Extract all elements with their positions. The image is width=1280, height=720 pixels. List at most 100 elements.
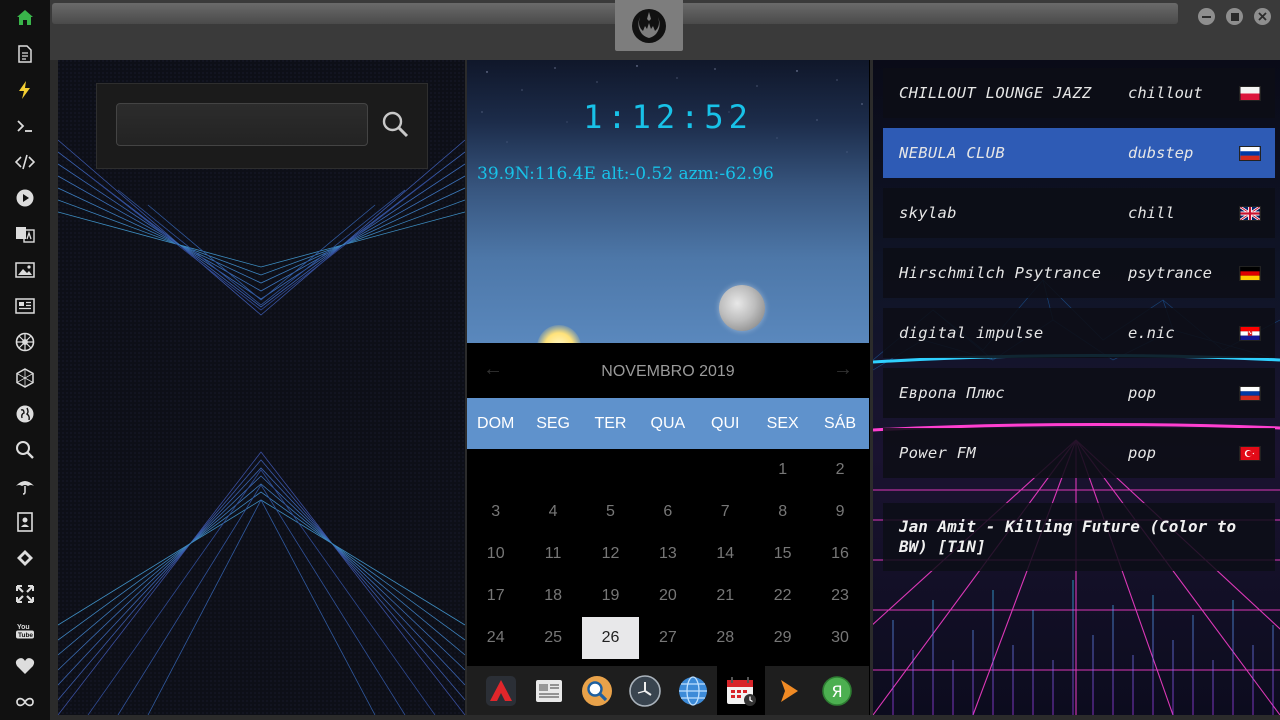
station-item[interactable]: Power FM pop — [883, 428, 1275, 478]
exchange-icon[interactable] — [13, 546, 37, 570]
play-icon[interactable] — [13, 186, 37, 210]
station-name: skylab — [899, 204, 957, 222]
calendar-day[interactable]: 28 — [697, 617, 754, 659]
calendar-day[interactable]: 14 — [697, 533, 754, 575]
calendar-day[interactable]: 30 — [811, 617, 868, 659]
heart-icon[interactable] — [13, 654, 37, 678]
image-icon[interactable] — [13, 258, 37, 282]
calendar-day[interactable]: 13 — [639, 533, 696, 575]
calendar-day[interactable]: 18 — [524, 575, 581, 617]
expand-icon[interactable] — [13, 582, 37, 606]
station-genre: chill — [1128, 204, 1175, 222]
prev-month-button[interactable]: ← — [483, 358, 503, 381]
sidebar: You Tube — [0, 0, 50, 720]
calendar-day[interactable]: 2 — [811, 449, 868, 491]
calendar-day[interactable]: 7 — [697, 491, 754, 533]
minimize-button[interactable] — [1198, 8, 1215, 25]
calendar-day — [467, 449, 524, 491]
empire-icon[interactable] — [13, 330, 37, 354]
calendar-day[interactable]: 24 — [467, 617, 524, 659]
russia-flag-icon — [1239, 145, 1261, 161]
maximize-button[interactable] — [1226, 8, 1243, 25]
svg-text:You: You — [17, 624, 30, 631]
station-item[interactable]: skylab chill — [883, 188, 1275, 238]
hexagon-icon[interactable] — [13, 366, 37, 390]
app-launcher-icon[interactable] — [477, 666, 525, 715]
weekday-label: QUA — [650, 414, 686, 432]
calendar-week: 1 2 — [467, 449, 869, 491]
next-month-button[interactable]: → — [833, 358, 853, 381]
calendar-day[interactable]: 3 — [467, 491, 524, 533]
station-item[interactable]: CHILLOUT LOUNGE JAZZ chillout — [883, 68, 1275, 118]
calendar-day[interactable]: 12 — [582, 533, 639, 575]
close-button[interactable] — [1254, 8, 1271, 25]
calendar-day[interactable]: 19 — [582, 575, 639, 617]
code-icon[interactable] — [13, 150, 37, 174]
station-name: Hirschmilch Psytrance — [899, 264, 1102, 282]
station-name: Power FM — [899, 444, 977, 462]
calendar-day[interactable]: 5 — [582, 491, 639, 533]
station-name: digital impulse — [899, 324, 1044, 342]
station-item[interactable]: Hirschmilch Psytrance psytrance — [883, 248, 1275, 298]
calendar-day[interactable]: 29 — [754, 617, 811, 659]
clock-app-icon[interactable] — [621, 666, 669, 715]
contacts-icon[interactable] — [13, 510, 37, 534]
calendar-day[interactable]: 25 — [524, 617, 581, 659]
umbrella-icon[interactable] — [13, 474, 37, 498]
calendar-day[interactable]: 16 — [811, 533, 868, 575]
calendar-day[interactable]: 1 — [754, 449, 811, 491]
youtube-icon[interactable]: You Tube — [13, 618, 37, 642]
calendar-day[interactable]: 15 — [754, 533, 811, 575]
calendar-day[interactable]: 11 — [524, 533, 581, 575]
news-reader-icon[interactable] — [525, 666, 573, 715]
bolt-icon[interactable] — [13, 78, 37, 102]
calendar-day[interactable]: 10 — [467, 533, 524, 575]
svg-text:Tube: Tube — [18, 632, 33, 639]
browser-globe-icon[interactable] — [669, 666, 717, 715]
calendar-day[interactable]: 8 — [754, 491, 811, 533]
station-item[interactable]: digital impulse e.nic — [883, 308, 1275, 358]
russia-flag-icon — [1239, 385, 1261, 401]
sky-calendar-panel: 1:12:52 39.9N:116.4E alt:-0.52 azm:-62.9… — [467, 60, 870, 715]
germany-flag-icon — [1239, 265, 1261, 281]
search-app-icon[interactable] — [573, 666, 621, 715]
news-icon[interactable] — [13, 294, 37, 318]
media-player-icon[interactable] — [765, 666, 813, 715]
calendar-day[interactable]: 21 — [697, 575, 754, 617]
globe-icon[interactable] — [13, 402, 37, 426]
calendar-widget: ← NOVEMBRO 2019 → DOM SEG TER QUA QUI SE… — [467, 348, 869, 665]
station-item[interactable]: Европа Плюс pop — [883, 368, 1275, 418]
calendar-day[interactable]: 17 — [467, 575, 524, 617]
document-icon[interactable] — [13, 42, 37, 66]
search-icon[interactable] — [13, 438, 37, 462]
calendar-week: 17 18 19 20 21 22 23 — [467, 575, 869, 617]
now-playing-title: Jan Amit - Killing Future (Color to BW) … — [883, 503, 1275, 571]
calendar-grid: 1 2 3 4 5 6 7 8 9 10 11 12 13 14 15 16 1… — [467, 449, 869, 659]
rebel-alliance-logo[interactable] — [615, 0, 683, 51]
search-input[interactable] — [116, 103, 368, 146]
calendar-day[interactable]: 4 — [524, 491, 581, 533]
search-button[interactable] — [377, 106, 413, 142]
calendar-day[interactable]: 9 — [811, 491, 868, 533]
calendar-day[interactable]: 27 — [639, 617, 696, 659]
celestial-coordinates: 39.9N:116.4E alt:-0.52 azm:-62.96 — [477, 164, 774, 184]
yandex-icon[interactable]: Я — [813, 666, 861, 715]
terminal-icon[interactable] — [13, 114, 37, 138]
home-icon[interactable] — [13, 6, 37, 30]
calendar-day-today[interactable]: 26 — [581, 617, 640, 659]
translate-icon[interactable] — [13, 222, 37, 246]
calendar-day[interactable]: 23 — [811, 575, 868, 617]
clock-display: 1:12:52 — [583, 98, 753, 136]
station-item-active[interactable]: NEBULA CLUB dubstep — [883, 128, 1275, 178]
station-name: Европа Плюс — [899, 384, 1005, 402]
weekday-label: TER — [594, 414, 627, 432]
calendar-day[interactable]: 22 — [754, 575, 811, 617]
turkey-flag-icon — [1239, 445, 1261, 461]
calendar-day[interactable]: 6 — [639, 491, 696, 533]
calendar-app-icon[interactable] — [717, 666, 765, 715]
calendar-day — [582, 449, 639, 491]
calendar-day — [697, 449, 754, 491]
station-name: CHILLOUT LOUNGE JAZZ — [899, 84, 1092, 102]
calendar-day[interactable]: 20 — [639, 575, 696, 617]
infinity-icon[interactable] — [13, 690, 37, 714]
